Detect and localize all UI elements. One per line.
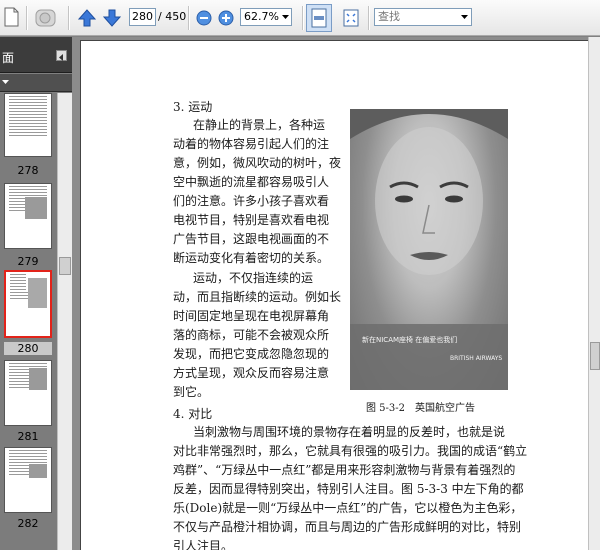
thumbnail-label: 278 [17,164,39,177]
thumbnail-label: 281 [17,430,39,443]
thumbnail-label: 280 [4,342,52,355]
sidebar-header: 面 [0,37,72,73]
paragraph-line: 运动，不仅指连续的运 [193,271,314,285]
search-input[interactable]: 查找 [374,8,472,26]
page-total: / 450 [158,10,187,23]
document-scrollbar[interactable] [588,37,600,550]
paragraph-line: 们的注意。许多小孩子喜欢看 [173,194,330,208]
document-viewport: 3. 运动 在静止的背景上，各种运 动着的物体容易引起人们的注 意，例如，微风吹… [72,37,588,550]
section-heading-contrast: 4. 对比 [173,407,213,421]
previous-page-icon[interactable] [76,7,98,29]
paragraph-line: 意，例如，微风吹动的树叶，夜 [173,156,342,170]
chevron-down-icon [282,15,289,19]
toolbar: 280 / 450 62.7% 查找 [0,0,600,36]
paragraph-line: 动着的物体容易引起人们的注 [173,137,330,151]
page-number-input[interactable]: 280 [129,8,156,26]
paragraph-line: 电视节目，特别是喜欢看电视 [173,213,330,227]
zoom-in-icon[interactable] [217,9,235,27]
paragraph-line: 乐(Dole)就是一则“万绿丛中一点红”的广告，它以橙色为主色彩， [173,501,523,515]
thumbnail-page[interactable] [4,93,52,157]
paragraph-line: 方式呈现，观众反而容易注意 [173,366,330,380]
paragraph-line: 当刺激物与周围环境的景物存在着明显的反差时，也就是说 [193,425,506,439]
zoom-select[interactable]: 62.7% [240,8,292,26]
paragraph-line: 不仅与产品橙汁相协调，而且与周边的广告形成鲜明的对比，特别 [173,520,522,534]
thumbnail-page[interactable] [4,183,52,249]
fit-page-icon[interactable] [339,6,363,30]
thumbnail-label: 279 [17,255,39,268]
paragraph-line: 时间固定地呈现在电视屏幕角 [173,309,330,323]
british-airways-ad-photo: 新在NICAM座椅 在偏爱也我们 BRITISH AIRWAYS [350,109,508,390]
collapse-sidebar-button[interactable] [56,50,67,61]
paragraph-line: 在静止的背景上，各种运 [193,118,326,132]
fit-width-icon [311,8,327,28]
sidebar-scroll-thumb[interactable] [59,257,71,275]
paragraph-line: 动，而且指断续的运动。例如长 [173,290,342,304]
zoom-value: 62.7% [244,10,279,23]
fit-width-button[interactable] [306,4,332,32]
photo-ad-text: 新在NICAM座椅 在偏爱也我们 [362,336,458,344]
photo-brand-text: BRITISH AIRWAYS [450,355,503,362]
figure-caption: 图 5-3-2 英国航空广告 [366,403,476,414]
paragraph-line: 反差，因而显得特别突出，特别引人注目。图 5-3-3 中左下角的都 [173,482,524,496]
sidebar: 面 278 279 280 281 282 [0,37,72,550]
hand-tool-icon[interactable] [32,5,60,31]
paragraph-line: 落的商标，可能不会被观众所 [173,328,330,342]
next-page-icon[interactable] [101,7,123,29]
thumbnail-page[interactable] [4,360,52,426]
paragraph-line: 到它。 [173,385,210,399]
section-heading-motion: 3. 运动 [173,100,213,114]
thumbnail-label: 282 [17,517,39,530]
paragraph-line: 发现，而把它变成忽隐忽现的 [173,347,330,361]
thumbnail-page-current[interactable] [4,270,52,338]
options-menu-button[interactable] [0,74,72,92]
sidebar-scrollbar[interactable] [57,93,72,550]
zoom-out-icon[interactable] [195,9,213,27]
page-icon[interactable] [0,5,22,29]
paragraph-line: 广告节目，这跟电视画面的不 [173,232,330,246]
paragraph-line: 鸡群”、“万绿丛中一点红”都是用来形容刺激物与背景有着强烈的 [173,463,516,477]
paragraph-line: 空中飘逝的流星都容易吸引人 [173,175,330,189]
chevron-left-icon [59,54,63,61]
paragraph-line: 引人注目。 [173,539,234,550]
document-scroll-thumb[interactable] [590,342,600,370]
paragraph-line: 断运动变化有着密切的关系。 [173,251,330,265]
document-page: 3. 运动 在静止的背景上，各种运 动着的物体容易引起人们的注 意，例如，微风吹… [80,40,588,550]
paragraph-line: 对比非常强烈时，那么，它就具有很强的吸引力。我国的成语“鹤立 [173,444,528,458]
chevron-down-icon [2,80,9,84]
chevron-down-icon [461,15,468,19]
sidebar-title: 面 [2,51,15,65]
thumbnail-page[interactable] [4,447,52,513]
search-placeholder: 查找 [378,10,400,23]
